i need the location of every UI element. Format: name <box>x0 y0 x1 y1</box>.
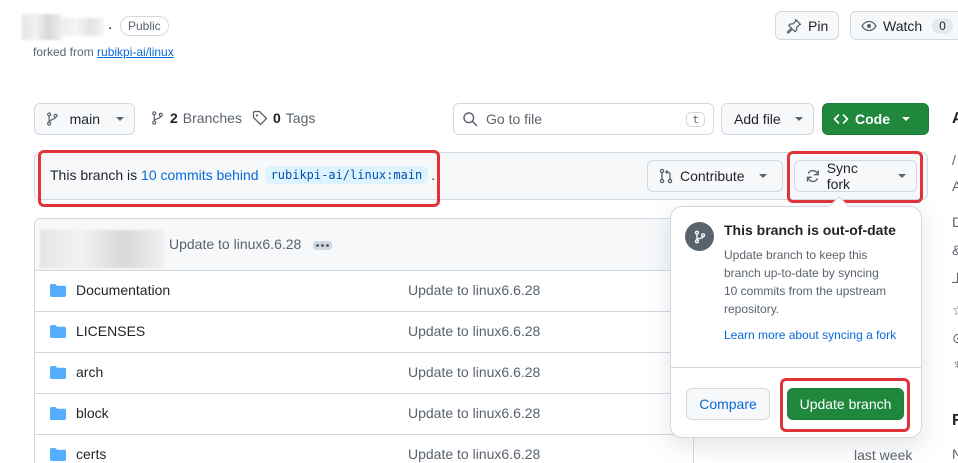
file-name[interactable]: block <box>76 405 109 421</box>
file-commit-message[interactable]: Update to linux6.6.28 <box>408 446 540 462</box>
tags-link[interactable]: 0 Tags <box>252 110 315 126</box>
watch-count-badge: 0 <box>932 17 953 34</box>
search-icon <box>463 112 478 127</box>
file-commit-message[interactable]: Update to linux6.6.28 <box>408 364 540 380</box>
repo-owner-avatar-redacted <box>22 14 62 40</box>
forked-from-prefix: forked from <box>33 45 98 59</box>
branch-name: main <box>69 111 100 127</box>
branch-selector[interactable]: main <box>34 103 135 135</box>
repo-name-separator: . <box>108 16 113 33</box>
sidebar-fragment: A <box>952 178 958 194</box>
ellipsis-icon <box>312 240 332 250</box>
file-row[interactable]: arch Update to linux6.6.28 <box>34 352 674 393</box>
chevron-down-icon <box>898 174 906 178</box>
sidebar-fragment: ⅃ <box>952 270 958 286</box>
watch-label: Watch <box>883 17 923 34</box>
commits-behind-link[interactable]: 10 commits behind <box>141 167 259 183</box>
add-file-button[interactable]: Add file <box>721 103 814 135</box>
chevron-down-icon <box>758 174 767 178</box>
file-row[interactable]: block Update to linux6.6.28 <box>34 393 674 434</box>
folder-icon <box>50 325 66 338</box>
chevron-down-icon <box>902 117 910 121</box>
tag-icon <box>252 110 268 126</box>
sidebar-heading-fragment: A <box>952 110 958 127</box>
branches-label: Branches <box>182 110 242 126</box>
watch-button[interactable]: Watch 0 <box>850 11 958 40</box>
contribute-label: Contribute <box>680 168 745 184</box>
add-file-label: Add file <box>734 111 781 127</box>
pin-button[interactable]: Pin <box>775 11 840 40</box>
pull-request-icon <box>659 168 673 184</box>
file-row[interactable]: LICENSES Update to linux6.6.28 <box>34 311 674 352</box>
compare-label: Compare <box>699 396 757 412</box>
folder-icon <box>50 448 66 461</box>
file-name[interactable]: arch <box>76 364 103 380</box>
keyboard-shortcut-badge: t <box>686 111 705 127</box>
go-to-file-input[interactable]: Go to file t <box>453 103 714 135</box>
file-name[interactable]: certs <box>76 446 106 462</box>
sidebar-fragment: N <box>952 446 958 462</box>
git-branch-icon <box>694 230 705 243</box>
branch-status-icon <box>685 222 714 251</box>
commit-author-redacted <box>40 230 164 268</box>
pin-icon <box>787 18 802 33</box>
forked-from-link[interactable]: rubikpi-ai/linux <box>97 45 174 59</box>
repo-name-redacted <box>62 18 104 36</box>
branches-link[interactable]: 2 Branches <box>150 110 242 126</box>
branch-status-prefix: This branch is <box>50 167 142 183</box>
file-commit-message[interactable]: Update to linux6.6.28 <box>408 282 540 298</box>
tags-label: Tags <box>285 110 316 126</box>
file-commit-message[interactable]: Update to linux6.6.28 <box>408 323 540 339</box>
update-branch-label: Update branch <box>799 396 892 412</box>
code-button[interactable]: Code <box>822 103 929 135</box>
file-row[interactable]: Documentation Update to linux6.6.28 <box>34 270 674 311</box>
sidebar-fragment: ♆ <box>952 356 958 372</box>
pin-label: Pin <box>808 17 829 34</box>
sidebar-fragment: ☆ <box>952 302 958 319</box>
forked-from: forked from rubikpi-ai/linux <box>33 45 174 59</box>
tags-count: 0 <box>273 110 281 126</box>
update-branch-button[interactable]: Update branch <box>787 388 904 420</box>
popover-body: Update branch to keep this branch up-to-… <box>724 248 887 316</box>
sidebar-section-fragment: R <box>952 412 958 429</box>
sidebar-fragment: & <box>952 242 958 258</box>
git-branch-icon <box>47 112 58 126</box>
folder-icon <box>50 284 66 297</box>
visibility-badge: Public <box>120 16 169 36</box>
upstream-branch-label: rubikpi-ai/linux:main <box>264 166 429 184</box>
ellipsis-button[interactable] <box>312 238 332 252</box>
learn-more-link[interactable]: Learn more about syncing a fork <box>724 328 896 342</box>
code-icon <box>833 114 849 124</box>
eye-icon <box>861 20 877 31</box>
file-name[interactable]: LICENSES <box>76 323 145 339</box>
branch-status-text: This branch is 10 commits behind rubikpi… <box>50 166 435 184</box>
sidebar-fragment: / <box>952 152 956 168</box>
contribute-button[interactable]: Contribute <box>647 160 783 192</box>
sync-fork-button[interactable]: Sync fork <box>794 160 917 192</box>
go-to-file-placeholder: Go to file <box>486 111 543 127</box>
folder-icon <box>50 366 66 379</box>
file-row[interactable]: certs Update to linux6.6.28 <box>34 434 674 463</box>
file-commit-time: last week <box>854 447 913 463</box>
sidebar-fragment: ⊙ <box>952 330 958 346</box>
git-branch-icon <box>152 111 163 125</box>
compare-button[interactable]: Compare <box>686 388 770 420</box>
sidebar-fragment: D <box>952 214 958 230</box>
chevron-down-icon <box>116 117 124 121</box>
sync-fork-label: Sync fork <box>826 160 858 192</box>
latest-commit-message[interactable]: Update to linux6.6.28 <box>169 236 301 252</box>
file-commit-message[interactable]: Update to linux6.6.28 <box>408 405 540 421</box>
file-name[interactable]: Documentation <box>76 282 170 298</box>
branches-count: 2 <box>170 110 178 126</box>
chevron-down-icon <box>794 117 803 121</box>
sync-icon <box>806 169 819 183</box>
popover-title: This branch is out-of-date <box>724 222 896 238</box>
folder-icon <box>50 407 66 420</box>
branch-status-suffix: . <box>431 167 436 183</box>
code-label: Code <box>855 111 890 127</box>
popover-footer-divider <box>671 367 921 368</box>
